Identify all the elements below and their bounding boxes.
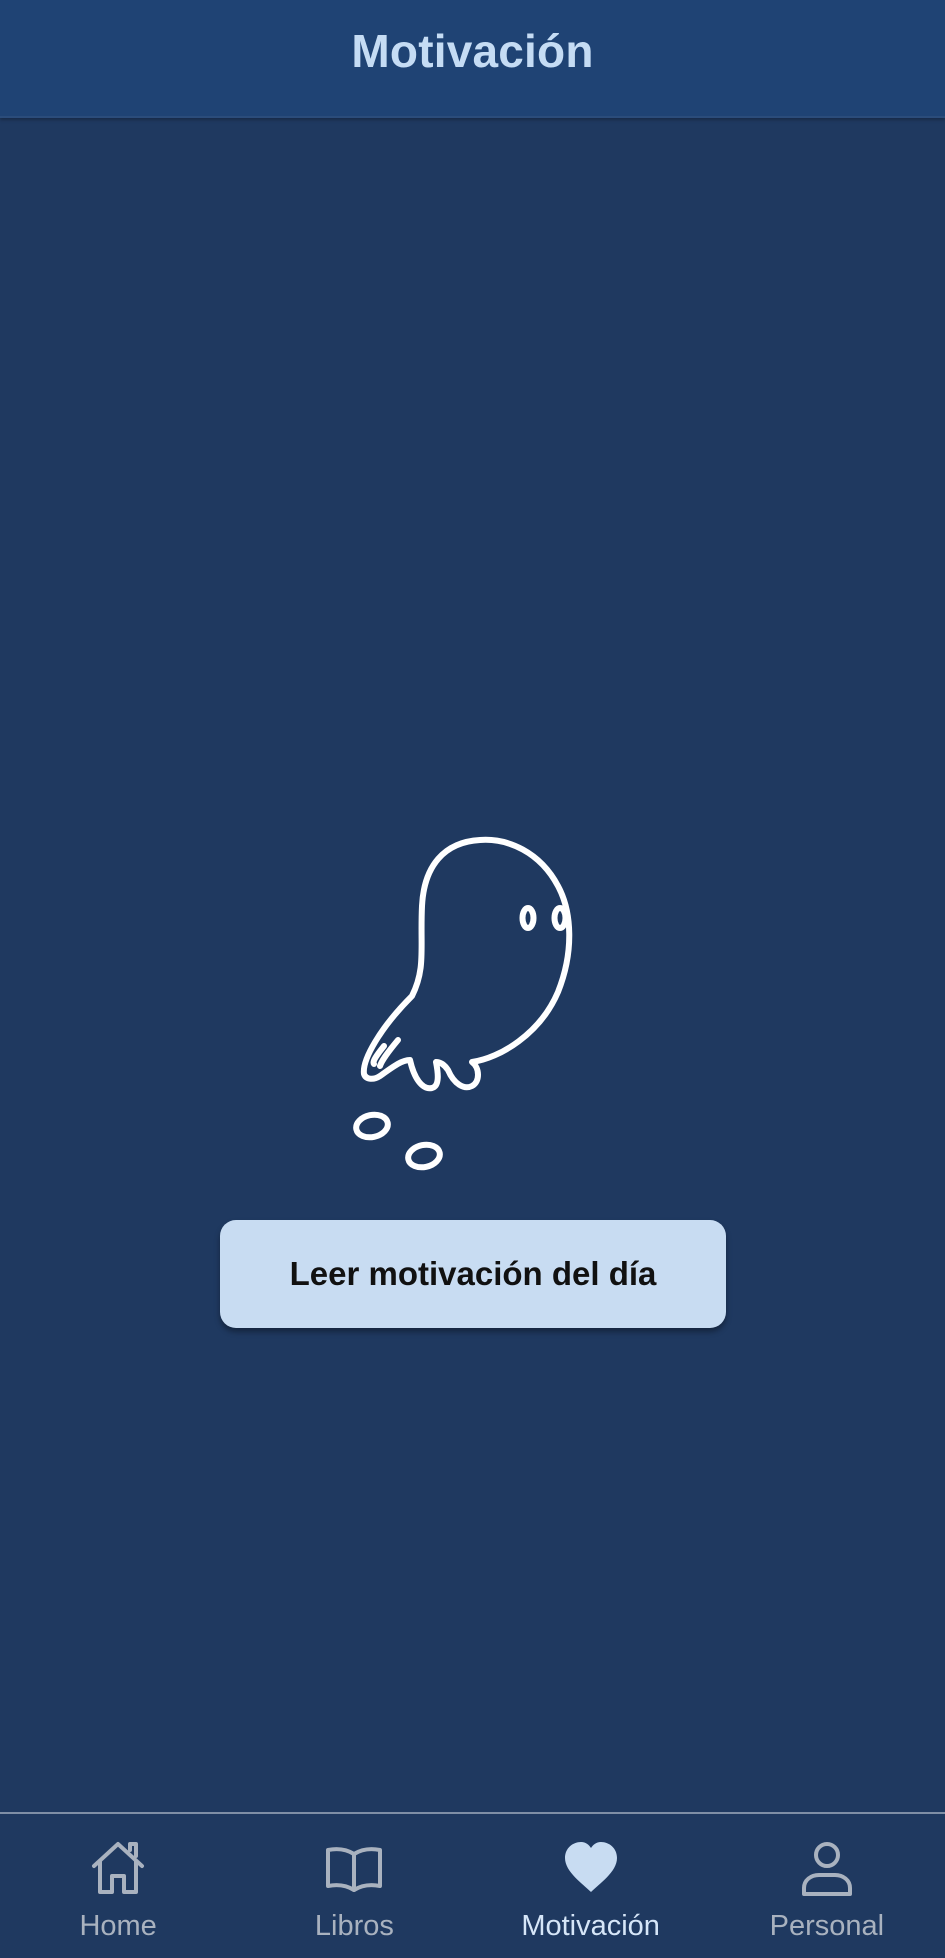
nav-label-motivacion: Motivación <box>521 1910 660 1942</box>
ghost-icon <box>353 836 573 1171</box>
page-title: Motivación <box>351 25 594 77</box>
nav-item-home[interactable]: Home <box>0 1814 236 1958</box>
book-icon <box>324 1838 384 1898</box>
nav-item-libros[interactable]: Libros <box>236 1814 472 1958</box>
main-content: Leer motivación del día <box>0 118 945 1812</box>
top-app-bar: Motivación <box>0 0 945 118</box>
read-daily-motivation-button[interactable]: Leer motivación del día <box>220 1220 726 1328</box>
app-screen: Motivación Leer motivación del día Home … <box>0 0 945 1958</box>
nav-label-personal: Personal <box>769 1910 885 1942</box>
nav-item-personal[interactable]: Personal <box>709 1814 945 1958</box>
bottom-navigation-bar: Home Libros Motivación Personal <box>0 1812 945 1958</box>
nav-label-home: Home <box>79 1910 157 1942</box>
nav-item-motivacion[interactable]: Motivación <box>473 1814 709 1958</box>
nav-label-libros: Libros <box>314 1910 394 1942</box>
home-icon <box>88 1838 148 1898</box>
heart-icon <box>561 1838 621 1898</box>
person-icon <box>797 1838 857 1898</box>
